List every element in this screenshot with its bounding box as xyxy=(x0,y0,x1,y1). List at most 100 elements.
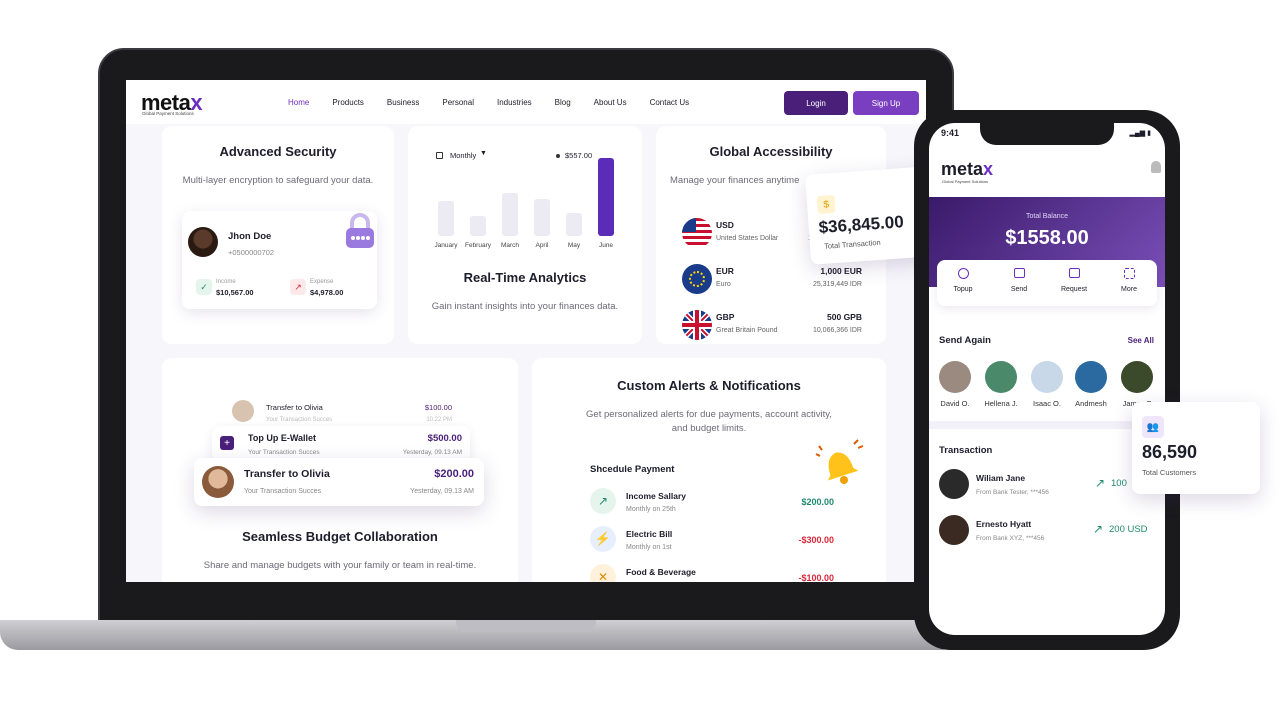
budget-item-title: Transfer to Olivia xyxy=(266,403,323,412)
transaction-avatar xyxy=(939,515,969,545)
payment-amount: -$100.00 xyxy=(798,573,834,582)
contact-item[interactable]: David O. xyxy=(938,361,972,408)
grid-icon xyxy=(1123,268,1135,279)
budget-item-amount: $200.00 xyxy=(434,468,474,480)
budget-item-time: 10.22 PM xyxy=(426,417,452,423)
topup-button[interactable]: Topup xyxy=(947,268,979,293)
bell-icon xyxy=(815,439,864,484)
send-again-title: Send Again xyxy=(939,335,991,346)
uk-flag-icon xyxy=(682,310,712,340)
contact-item[interactable]: Isaac O. xyxy=(1030,361,1064,408)
analytics-card: Monthly ▼ $557.00 January February March Ap… xyxy=(408,126,642,344)
analytics-chart: Monthly ▼ $557.00 January February March Ap… xyxy=(424,138,624,250)
currency-idr: 10,066,366 IDR xyxy=(812,327,862,334)
nav-products[interactable]: Products xyxy=(332,98,364,107)
chart-bar xyxy=(598,158,614,236)
month-label: April xyxy=(535,242,549,249)
month-label: June xyxy=(598,242,614,249)
lightning-icon: ⚡ xyxy=(590,526,616,552)
coin-icon: $ xyxy=(816,194,836,215)
month-label: January xyxy=(434,242,458,249)
transaction-sub: From Bank Tester, ***456 xyxy=(976,489,1049,496)
nav-business[interactable]: Business xyxy=(387,98,419,107)
contact-name: Isaac O. xyxy=(1033,399,1061,408)
currency-name: United States Dollar xyxy=(716,235,779,242)
transaction-row[interactable]: Ernesto Hyatt From Bank XYZ, ***456 ↗ 20… xyxy=(939,515,1155,547)
contact-avatar xyxy=(1031,361,1063,393)
payment-row[interactable]: ↗ Income Sallary Monthly on 25th $200.00 xyxy=(590,488,834,518)
period-select[interactable]: Monthly xyxy=(450,151,476,160)
signup-button[interactable]: Sign Up xyxy=(853,91,919,115)
security-title: Advanced Security xyxy=(219,144,337,159)
contact-item[interactable]: James F xyxy=(1120,361,1154,408)
month-label: February xyxy=(464,242,491,249)
chart-bar xyxy=(438,201,454,236)
total-customers-label: Total Customers xyxy=(1142,468,1197,477)
budget-item-sub: Your Transaction Succes xyxy=(266,417,333,423)
currency-amount: 1,000 EUR xyxy=(820,266,862,276)
contact-name: Hellena J. xyxy=(984,399,1018,408)
action-label: More xyxy=(1121,286,1137,293)
budget-item-title: Transfer to Olivia xyxy=(244,468,330,480)
laptop-hinge xyxy=(456,620,596,632)
fork-knife-icon: ✕ xyxy=(590,564,616,582)
arrow-up-right-icon: ↗ xyxy=(1093,522,1104,536)
transaction-name: Ernesto Hyatt xyxy=(976,519,1032,529)
arrow-up-right-icon: ↗ xyxy=(590,488,616,514)
bell-icon[interactable] xyxy=(1151,161,1161,173)
income-label: Income xyxy=(216,279,236,285)
user-name: Jhon Doe xyxy=(228,231,272,242)
chart-bar xyxy=(534,199,550,236)
phone-screen: 9:41 ▂▄▆ ▮ metax Global Payment Solution… xyxy=(929,123,1165,635)
payment-title: Electric Bill xyxy=(626,529,673,539)
budget-desc: Share and manage budgets with your famil… xyxy=(203,560,477,571)
total-customers-card: 👥 86,590 Total Customers xyxy=(1132,402,1260,494)
alerts-title: Custom Alerts & Notifications xyxy=(617,378,801,393)
chart-bar xyxy=(470,216,486,236)
logo-tagline: Global Payment Solutions xyxy=(142,111,194,116)
budget-item-amount: $500.00 xyxy=(427,433,462,444)
nav-home[interactable]: Home xyxy=(288,98,309,107)
peak-value: $557.00 xyxy=(565,151,593,160)
transaction-avatar xyxy=(939,469,969,499)
nav-blog[interactable]: Blog xyxy=(555,98,571,107)
contact-item[interactable]: Andmesh xyxy=(1074,361,1108,408)
security-desc: Multi-layer encryption to safeguard your… xyxy=(182,175,374,186)
see-all-link[interactable]: See All xyxy=(1128,336,1154,345)
contact-avatar xyxy=(1075,361,1107,393)
request-button[interactable]: Request xyxy=(1057,268,1091,293)
nav-contact[interactable]: Contact Us xyxy=(650,98,690,107)
total-customers-value: 86,590 xyxy=(1142,442,1198,462)
send-icon xyxy=(1013,268,1025,278)
login-button[interactable]: Login xyxy=(784,91,848,115)
transaction-title: Transaction xyxy=(939,445,993,456)
action-label: Topup xyxy=(953,286,973,293)
user-phone: +0500000702 xyxy=(228,248,275,257)
alerts-desc: Get personalized alerts for due payments… xyxy=(586,409,832,434)
olivia-avatar xyxy=(202,466,234,498)
transaction-row[interactable]: Wiliam Jane From Bank Tester, ***456 ↗ 1… xyxy=(939,469,1155,501)
more-button[interactable]: More xyxy=(1113,268,1145,293)
action-label: Request xyxy=(1060,286,1088,293)
phone-logo: metax xyxy=(941,159,993,180)
balance-label: Total Balance xyxy=(1025,213,1069,220)
status-time: 9:41 xyxy=(941,128,960,138)
payment-sub: Monthly on 1st xyxy=(626,544,672,551)
nav-industries[interactable]: Industries xyxy=(497,98,532,107)
budget-item-front: Transfer to Olivia Your Transaction Succ… xyxy=(194,458,484,506)
nav-about[interactable]: About Us xyxy=(594,98,627,107)
payment-row[interactable]: ⚡ Electric Bill Monthly on 1st -$300.00 xyxy=(590,526,834,556)
user-avatar xyxy=(188,227,218,257)
website-screen: metax Global Payment Solutions Home Prod… xyxy=(126,80,926,582)
send-button[interactable]: Send xyxy=(1003,268,1035,293)
budget-card: Transfer to Olivia Your Transaction Succ… xyxy=(162,358,518,582)
currency-idr: 25,319,449 IDR xyxy=(812,281,862,288)
payment-sub: Monthly on 25th xyxy=(626,506,676,513)
nav-personal[interactable]: Personal xyxy=(442,98,474,107)
contact-item[interactable]: Hellena J. xyxy=(984,361,1018,408)
payment-row[interactable]: ✕ Food & Beverage -$100.00 xyxy=(590,564,834,582)
transaction-sub: From Bank XYZ, ***456 xyxy=(976,535,1045,542)
contact-name: Andmesh xyxy=(1075,399,1107,408)
chevron-down-icon[interactable]: ▼ xyxy=(480,150,487,157)
transaction-name: Wiliam Jane xyxy=(976,473,1026,483)
